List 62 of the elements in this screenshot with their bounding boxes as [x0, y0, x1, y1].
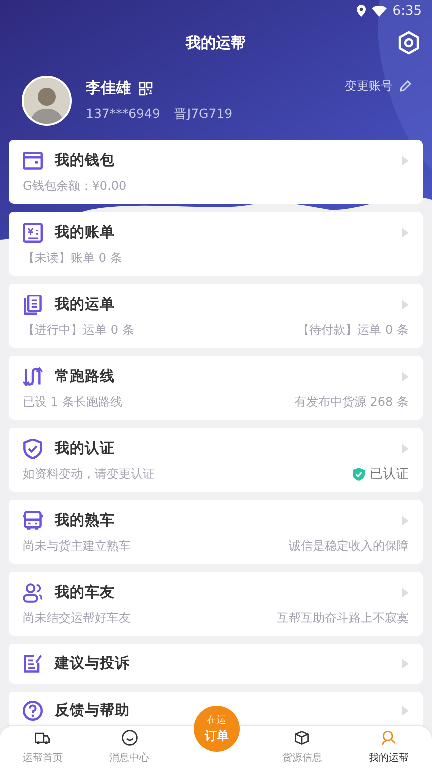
chevron-right-icon	[402, 588, 409, 598]
user-search-icon	[380, 729, 398, 747]
card-subtitle: 尚未结交运帮好车友	[23, 611, 131, 626]
menu-card[interactable]: 常跑路线 已设 1 条长跑路线 有发布中货源 268 条	[9, 356, 423, 420]
card-title: 我的车友	[55, 584, 115, 603]
chevron-right-icon	[402, 300, 409, 310]
route-icon	[23, 367, 43, 387]
chevron-right-icon	[402, 444, 409, 454]
card-subtitle: 如资料变动，请变更认证	[23, 467, 155, 482]
menu-card[interactable]: 我的认证 如资料变动，请变更认证 已认证	[9, 428, 423, 492]
document-icon	[23, 295, 43, 315]
plate-number: 晋J7G719	[174, 106, 233, 123]
page-title: 我的运帮	[186, 34, 246, 52]
edit-icon	[23, 654, 43, 674]
smiley-icon	[120, 729, 139, 747]
card-title: 我的账单	[55, 224, 115, 243]
chevron-right-icon	[402, 228, 409, 238]
card-title: 我的钱包	[55, 152, 115, 171]
tab-bar-item[interactable]: 我的运帮	[346, 726, 432, 768]
card-title: 我的熟车	[55, 512, 115, 531]
bill-icon	[23, 223, 43, 243]
qr-code-icon[interactable]	[139, 82, 153, 96]
menu-card[interactable]: 我的钱包 G钱包余额：¥0.00	[9, 140, 423, 204]
chevron-right-icon	[402, 659, 409, 669]
wifi-icon	[372, 6, 387, 16]
menu-card[interactable]: 我的运单 【进行中】运单 0 条 【待付款】运单 0 条	[9, 284, 423, 348]
menu-card[interactable]: 我的账单 【未读】账单 0 条	[9, 212, 423, 276]
card-title: 我的运单	[55, 296, 115, 315]
chevron-right-icon	[402, 706, 409, 716]
shield-check-icon	[23, 439, 43, 459]
chevron-right-icon	[402, 372, 409, 382]
friends-icon	[23, 583, 43, 603]
box-icon	[293, 729, 312, 747]
card-status: 【待付款】运单 0 条	[298, 323, 409, 338]
card-status: 已认证	[370, 467, 409, 482]
card-subtitle: 已设 1 条长跑路线	[23, 395, 122, 410]
card-title: 建议与投诉	[55, 654, 130, 674]
menu-card[interactable]: 我的车友 尚未结交运帮好车友 互帮互助奋斗路上不寂寞	[9, 572, 423, 636]
card-status: 有发布中货源 268 条	[294, 395, 409, 410]
chevron-right-icon	[402, 516, 409, 526]
status-time: 6:35	[392, 4, 422, 18]
card-status: 诚信是稳定收入的保障	[289, 539, 409, 554]
card-title: 反馈与帮助	[55, 702, 130, 721]
wallet-icon	[23, 151, 43, 171]
phone-number: 137***6949	[86, 106, 160, 123]
help-icon	[23, 701, 43, 721]
card-subtitle: G钱包余额：¥0.00	[23, 179, 127, 194]
card-subtitle: 【未读】账单 0 条	[23, 251, 122, 266]
card-subtitle: 【进行中】运单 0 条	[23, 323, 134, 338]
chevron-right-icon	[402, 156, 409, 166]
location-icon	[356, 5, 366, 17]
card-title: 常跑路线	[55, 368, 115, 387]
pencil-icon	[399, 80, 412, 93]
card-title: 我的认证	[55, 440, 115, 459]
card-status: 互帮互助奋斗路上不寂寞	[277, 611, 409, 626]
user-name: 李佳雄	[86, 79, 131, 98]
card-subtitle: 尚未与货主建立熟车	[23, 539, 131, 554]
settings-icon[interactable]	[398, 31, 420, 55]
menu-card[interactable]: 我的熟车 尚未与货主建立熟车 诚信是稳定收入的保障	[9, 500, 423, 564]
truck-front-icon	[23, 511, 43, 531]
menu-card[interactable]: 建议与投诉	[9, 644, 423, 684]
switch-account-button[interactable]: 变更账号	[345, 78, 412, 95]
